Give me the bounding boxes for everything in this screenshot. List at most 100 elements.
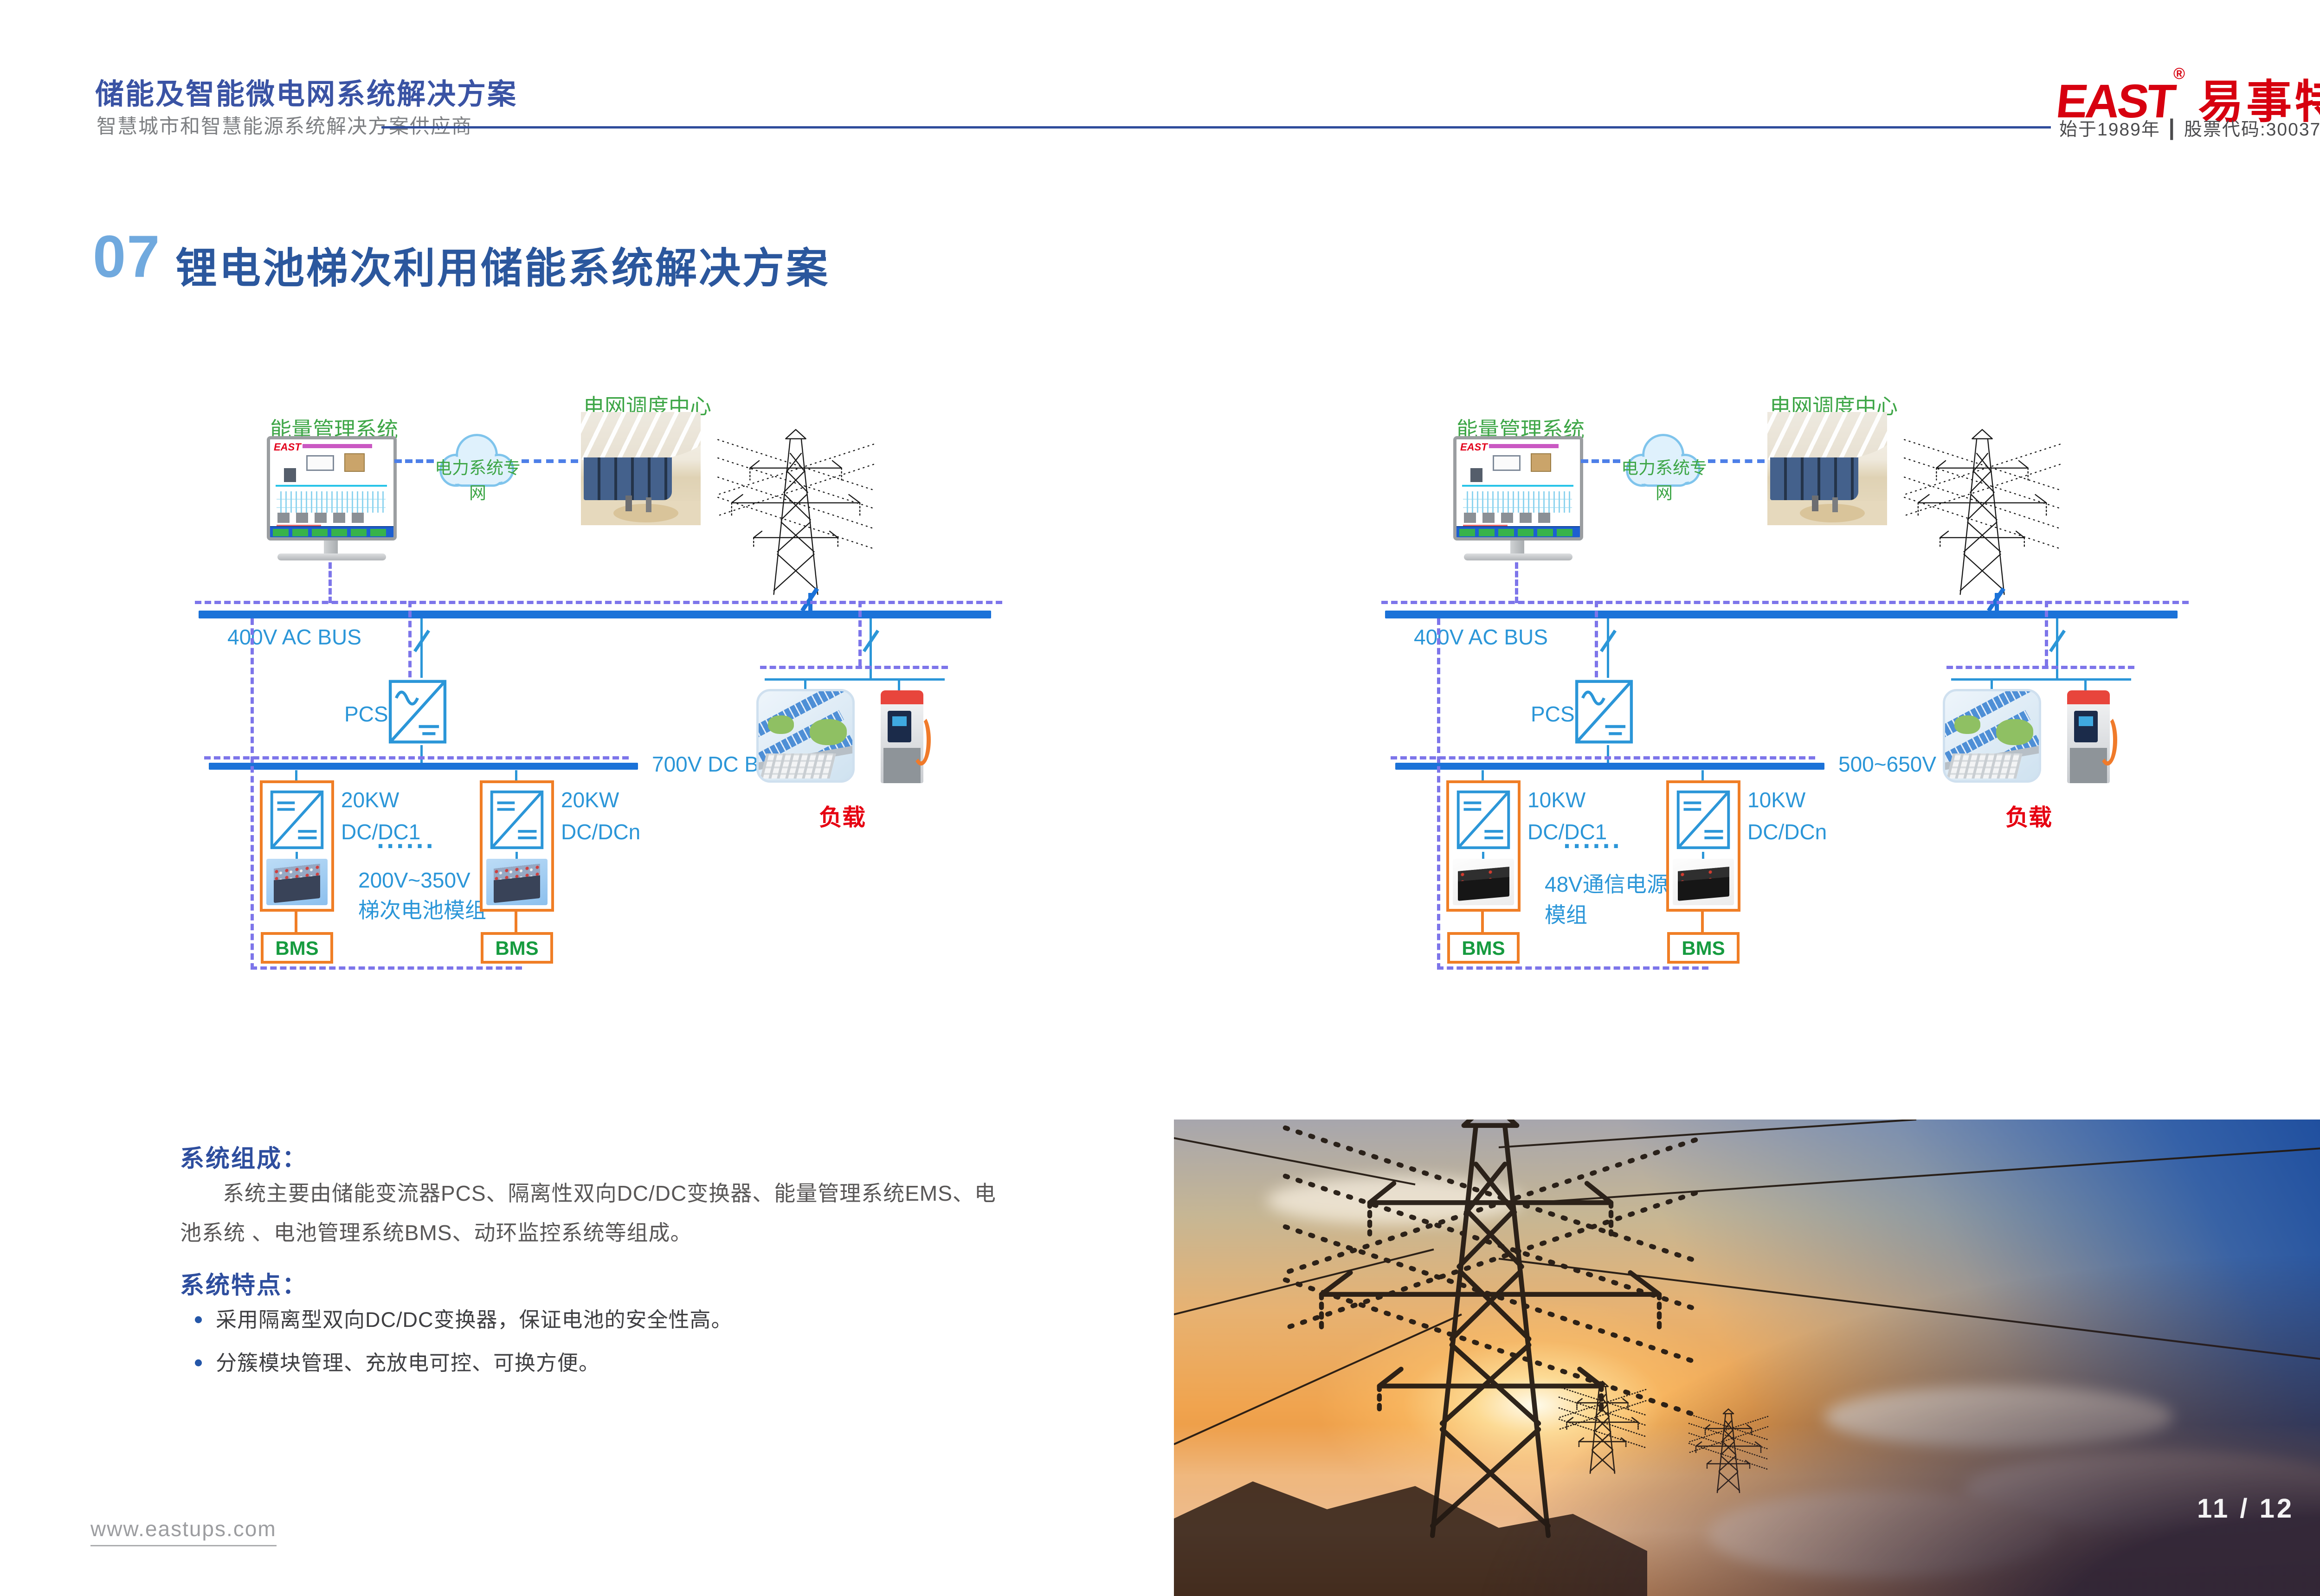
- sunset-photo: 11 / 12: [1174, 1120, 2320, 1596]
- doc-subtitle: 智慧城市和智慧能源系统解决方案供应商: [97, 110, 472, 139]
- comm-line-load: [2045, 601, 2048, 666]
- load-bus-line: [765, 678, 945, 681]
- features-list: 采用隔离型双向DC/DC变换器，保证电池的安全性高。 分簇模块管理、充放电可控、…: [195, 1303, 984, 1389]
- telecom-module-image: [1453, 859, 1514, 905]
- branchn-label: 10KW DC/DCn: [1747, 784, 1827, 848]
- comm-bus-line: [195, 601, 1002, 604]
- bms1-link: [1481, 912, 1484, 932]
- link-monitor-cloud: [1581, 459, 1620, 463]
- ems-screen-brand: EAST: [1460, 441, 1488, 453]
- page-number: 11 / 12: [2197, 1493, 2294, 1524]
- telecom-module-image: [1673, 859, 1734, 905]
- battery-module-image: [266, 859, 328, 905]
- ac-bus-bar: [199, 611, 991, 618]
- network-label: 电力系统专网: [432, 454, 523, 504]
- dcdc-symbol: [490, 788, 544, 852]
- branchn-label: 20KW DC/DCn: [561, 784, 640, 848]
- dc-bus-bar: [209, 763, 638, 770]
- building-feed: [1991, 681, 1993, 689]
- monitor-stand: [1510, 541, 1524, 553]
- dispatch-room-photo: [1767, 412, 1887, 525]
- comm-line-monitor: [329, 562, 332, 603]
- brochure-page: 储能及智能微电网系统解决方案 智慧城市和智慧能源系统解决方案供应商 EAST®易…: [0, 0, 2320, 1596]
- bullet-icon: [195, 1316, 202, 1323]
- comm-dc-line: [1391, 756, 1815, 759]
- ems-monitor-icon: EAST: [1453, 436, 1583, 541]
- composition-body: 系统主要由储能变流器PCS、隔离性双向DC/DC变换器、能量管理系统EMS、电池…: [180, 1174, 1015, 1253]
- bmsn-link: [515, 912, 517, 932]
- load-comm-line: [760, 666, 948, 669]
- load-bus-line: [1951, 678, 2131, 681]
- branchn-name: DC/DCn: [561, 816, 640, 848]
- feature-item: 分簇模块管理、充放电可控、可换方便。: [195, 1346, 984, 1376]
- branchn-name: DC/DCn: [1747, 816, 1827, 848]
- building-feed: [804, 681, 806, 689]
- monitor-stand-base: [1464, 553, 1572, 560]
- ac-bus-label: 400V AC BUS: [1414, 624, 1548, 650]
- module-voltage-label: 200V~350V: [358, 868, 497, 893]
- pcs-feed-line: [420, 618, 423, 678]
- bullet-icon: [195, 1359, 202, 1366]
- battery-branch-n: [480, 780, 554, 912]
- pcs-dc-line: [1607, 745, 1609, 764]
- system-diagram-battery: 能量管理系统 EAST 电力系统专网 电网调度中心 400V AC BUS: [195, 390, 1002, 993]
- transmission-tower-icon: [1903, 426, 2061, 600]
- ellipsis-dots: ......: [377, 824, 436, 855]
- dcdc-symbol: [270, 788, 324, 852]
- branchn-power: 10KW: [1747, 784, 1827, 816]
- brand-tagline: 始于1989年 ┃ 股票代码:300376: [2059, 115, 2320, 141]
- comm-line-monitor: [1515, 562, 1518, 603]
- telecom-branch-1: [1446, 780, 1521, 912]
- dc-bus-bar: [1395, 763, 1824, 770]
- branchn-power: 20KW: [561, 784, 640, 816]
- battery-branch-1: [260, 780, 334, 912]
- charger-feed: [2084, 681, 2087, 691]
- bms1-link: [295, 912, 297, 932]
- bmsn-box: BMS: [481, 932, 553, 964]
- section-number: 07: [93, 223, 161, 291]
- ev-charger-image: [881, 690, 923, 783]
- comm-dc-line: [204, 756, 629, 759]
- composition-heading: 系统组成：: [180, 1139, 308, 1174]
- branchn-feed: [515, 770, 517, 781]
- ellipsis-dots: ......: [1563, 824, 1622, 855]
- pcs-label: PCS: [344, 701, 388, 727]
- branch1-power: 20KW: [341, 784, 420, 816]
- campus-building-image: [1943, 689, 2041, 783]
- link-cloud-dispatch: [1708, 459, 1765, 463]
- bmsn-box: BMS: [1667, 932, 1740, 964]
- features-heading: 系统特点：: [180, 1266, 308, 1300]
- branch1-feed: [1482, 770, 1484, 781]
- comm-line-bms: [251, 966, 522, 970]
- comm-line-pcs: [1595, 601, 1598, 677]
- pcs-symbol: [1574, 677, 1634, 746]
- dcdc-symbol: [1456, 788, 1511, 852]
- comm-line-vertical: [1437, 618, 1440, 970]
- bms1-box: BMS: [261, 932, 333, 964]
- branch1-power: 10KW: [1527, 784, 1607, 816]
- dcdc-symbol: [1676, 788, 1731, 852]
- header-divider: [381, 126, 2051, 129]
- link-monitor-cloud: [394, 459, 434, 463]
- network-label: 电力系统专网: [1619, 454, 1709, 504]
- pcs-symbol: [388, 677, 447, 746]
- website-link[interactable]: www.eastups.com: [90, 1516, 277, 1546]
- section-title: 锂电池梯次利用储能系统解决方案: [175, 234, 830, 295]
- doc-title: 储能及智能微电网系统解决方案: [95, 71, 517, 112]
- comm-line-vertical: [251, 618, 254, 970]
- comm-bus-line: [1381, 601, 2189, 604]
- branch1-feed: [295, 770, 297, 781]
- bmsn-link: [1701, 912, 1704, 932]
- monitor-stand-base: [277, 553, 386, 560]
- feature-item: 采用隔离型双向DC/DC变换器，保证电池的安全性高。: [195, 1303, 984, 1333]
- transmission-tower-icon: [717, 426, 875, 600]
- ems-screen-brand: EAST: [274, 441, 301, 453]
- telecom-branch-n: [1666, 780, 1740, 912]
- charger-feed: [898, 681, 900, 691]
- feature-text: 分簇模块管理、充放电可控、可换方便。: [216, 1346, 600, 1376]
- load-feed-line: [2056, 618, 2058, 679]
- campus-building-image: [756, 689, 855, 783]
- pcs-label: PCS: [1531, 701, 1575, 727]
- load-label: 负载: [803, 799, 882, 832]
- load-label: 负载: [1989, 799, 2068, 832]
